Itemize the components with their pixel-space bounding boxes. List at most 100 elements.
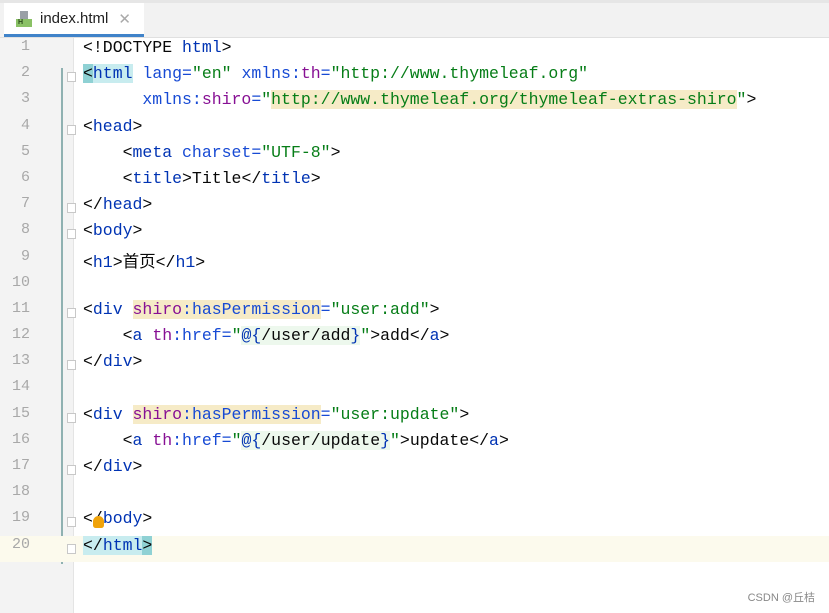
code-token: } — [350, 326, 361, 346]
line-number: 10 — [11, 273, 30, 291]
code-text: </div> — [83, 457, 142, 476]
code-token: = — [320, 404, 331, 424]
code-token: < — [83, 404, 93, 424]
code-token: lang= — [132, 64, 192, 84]
code-token: < — [83, 299, 93, 319]
code-token: charset= — [172, 142, 262, 162]
code-token: /user/add — [261, 326, 351, 346]
code-text: </div> — [83, 352, 142, 371]
fold-marker-icon[interactable] — [67, 412, 76, 423]
code-token: "user:add" — [330, 299, 430, 319]
code-token: a — [489, 430, 499, 450]
line-number: 3 — [20, 90, 30, 108]
code-token: head — [92, 116, 133, 136]
line-number: 2 — [20, 64, 30, 82]
code-text: <div shiro:hasPermission="user:add"> — [83, 299, 440, 319]
code-token: </ — [83, 352, 103, 372]
code-token: > — [439, 326, 450, 346]
code-token: > — [498, 430, 509, 450]
code-text: </html> — [83, 535, 153, 555]
code-token: a — [132, 430, 143, 450]
code-line[interactable]: 7 </head> — [0, 195, 829, 221]
code-token: > — [142, 509, 153, 529]
code-line[interactable]: 20 </html> — [0, 535, 829, 562]
fold-marker-icon[interactable] — [67, 203, 76, 214]
line-number: 7 — [20, 195, 30, 213]
code-token: < — [83, 430, 133, 450]
code-line[interactable]: 14 — [0, 378, 829, 404]
code-token: >update</ — [399, 430, 490, 450]
code-token: " — [231, 430, 242, 450]
code-token: < — [83, 64, 93, 84]
code-text: <div shiro:hasPermission="user:update"> — [83, 404, 469, 424]
line-number: 1 — [20, 38, 30, 55]
code-line[interactable]: 13 </div> — [0, 352, 829, 378]
code-line[interactable]: 5 <meta charset="UTF-8"> — [0, 143, 829, 169]
code-token: @{ — [241, 326, 262, 346]
fold-marker-icon[interactable] — [67, 360, 76, 371]
code-token: > — [429, 299, 440, 319]
code-token: > — [746, 90, 757, 110]
tab-title: index.html — [40, 10, 109, 27]
code-line[interactable]: 2 <html lang="en" xmlns:th="http://www.th… — [0, 64, 829, 90]
lightbulb-icon[interactable] — [93, 516, 104, 529]
code-token: > — [221, 38, 232, 57]
code-token: th — [152, 326, 173, 346]
code-line[interactable]: 4 <head> — [0, 117, 829, 143]
fold-marker-icon[interactable] — [67, 465, 76, 475]
code-line[interactable]: 9 <h1>首页</h1> — [0, 248, 829, 274]
code-token: = — [320, 64, 331, 84]
fold-marker-icon[interactable] — [67, 72, 76, 83]
code-token: " — [261, 90, 272, 110]
code-line[interactable]: 6 <title>Title</title> — [0, 169, 829, 195]
code-token: > — [330, 142, 341, 162]
code-token: body — [92, 221, 133, 241]
code-token: title — [132, 168, 183, 188]
code-token: @{ — [241, 430, 262, 450]
code-line[interactable]: 15 <div shiro:hasPermission="user:update"… — [0, 404, 829, 431]
fold-marker-icon[interactable] — [67, 307, 76, 318]
code-line[interactable]: 19</body> — [0, 509, 829, 535]
code-token: " — [231, 326, 242, 346]
code-token: < — [83, 252, 93, 272]
code-token: title — [261, 168, 311, 188]
code-line[interactable]: 17 </div> — [0, 457, 829, 483]
code-line[interactable]: 11 <div shiro:hasPermission="user:add"> — [0, 299, 829, 326]
line-number: 17 — [11, 457, 30, 474]
code-line[interactable]: 10 — [0, 274, 829, 300]
tab-index-html[interactable]: H index.html ✕ — [4, 3, 144, 37]
fold-marker-icon[interactable] — [67, 543, 76, 554]
code-token: > — [132, 116, 143, 136]
code-token: = — [320, 299, 331, 319]
code-line[interactable]: 18 — [0, 483, 829, 509]
code-token: < — [83, 168, 133, 188]
code-token: :hasPermission — [182, 404, 321, 424]
line-number: 16 — [11, 430, 30, 448]
code-token: >Title</ — [182, 168, 262, 188]
watermark: CSDN @丘桔 — [747, 592, 815, 604]
code-line[interactable]: 8 <body> — [0, 221, 829, 247]
code-token: > — [142, 535, 153, 555]
code-token: > — [195, 252, 206, 272]
code-line[interactable]: 1 <!DOCTYPE html> — [0, 38, 829, 64]
code-token: th — [300, 64, 321, 84]
code-line[interactable]: 3 xmlns:shiro="http://www.thymeleaf.org/… — [0, 90, 829, 116]
code-token: meta — [132, 142, 173, 162]
line-number: 5 — [20, 142, 30, 160]
code-token: div — [102, 352, 133, 372]
code-text: <meta charset="UTF-8"> — [83, 142, 341, 162]
line-number: 20 — [11, 535, 30, 553]
fold-marker-icon[interactable] — [67, 229, 76, 240]
close-tab-icon[interactable]: ✕ — [118, 10, 131, 28]
editor-tab-bar: H index.html ✕ — [0, 0, 829, 38]
code-token: html — [92, 64, 133, 84]
code-line[interactable]: 12 <a th:href="@{/user/add}">add</a> — [0, 326, 829, 352]
code-editor[interactable]: 1 <!DOCTYPE html> 2 <html lang="en" xmlns:t… — [0, 38, 829, 562]
fold-marker-icon[interactable] — [67, 124, 76, 135]
fold-marker-icon[interactable] — [67, 517, 76, 528]
code-token: >首页</ — [112, 252, 176, 272]
code-text: <a th:href="@{/user/add}">add</a> — [83, 326, 450, 346]
code-line[interactable]: 16 <a th:href="@{/user/update}">update</… — [0, 430, 829, 457]
